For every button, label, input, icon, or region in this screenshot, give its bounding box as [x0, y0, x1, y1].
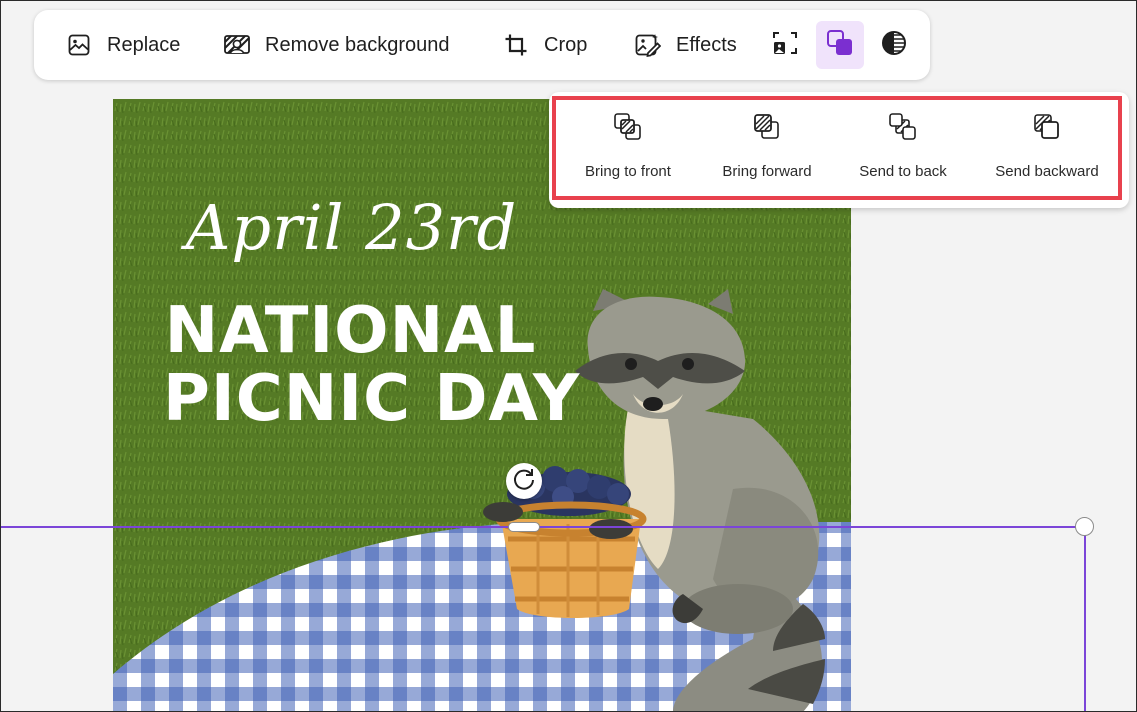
send-to-back-option[interactable]: Send to back: [855, 112, 951, 188]
event-title: NATIONAL PICNIC DAY: [163, 294, 581, 436]
image-toolbar: Replace Remove background Crop Effects: [34, 10, 930, 80]
bring-to-front-option[interactable]: Bring to front: [580, 112, 676, 188]
frame-button[interactable]: [761, 21, 809, 69]
selection-right-edge: [1084, 526, 1086, 712]
arrange-menu: Bring to front Bring forward Send to bac…: [549, 92, 1129, 208]
adjust-button[interactable]: [870, 21, 918, 69]
remove-background-label: Remove background: [265, 33, 450, 56]
selection-top-edge: [0, 526, 1085, 528]
crop-label: Crop: [544, 33, 588, 56]
replace-button[interactable]: Replace: [66, 22, 180, 68]
date-heading: April 23rd: [185, 191, 518, 264]
effects-icon: [635, 32, 661, 58]
rotate-handle[interactable]: [506, 463, 542, 499]
corner-resize-handle[interactable]: [1075, 517, 1094, 536]
title-line-1: NATIONAL: [164, 294, 537, 368]
bring-forward-label: Bring forward: [722, 163, 812, 180]
effects-label: Effects: [676, 33, 737, 56]
bring-to-front-label: Bring to front: [585, 163, 671, 180]
send-to-back-icon: [888, 112, 918, 142]
image-icon: [66, 32, 92, 58]
effects-button[interactable]: Effects: [635, 22, 737, 68]
bring-to-front-icon: [613, 112, 643, 142]
bring-forward-option[interactable]: Bring forward: [718, 112, 816, 188]
crop-button[interactable]: Crop: [503, 22, 587, 68]
rotate-icon: [511, 466, 537, 497]
send-to-back-label: Send to back: [859, 163, 947, 180]
arrange-icon: [826, 29, 854, 62]
arrange-button[interactable]: [816, 21, 864, 69]
send-backward-icon: [1032, 112, 1062, 142]
remove-background-button[interactable]: Remove background: [224, 22, 450, 68]
send-backward-option[interactable]: Send backward: [992, 112, 1102, 188]
remove-background-icon: [224, 32, 250, 58]
crop-icon: [503, 32, 529, 58]
send-backward-label: Send backward: [995, 163, 1099, 180]
title-line-2: PICNIC DAY: [163, 362, 581, 436]
adjust-icon: [881, 30, 907, 61]
frame-icon: [772, 30, 798, 61]
bring-forward-icon: [752, 112, 782, 142]
replace-label: Replace: [107, 33, 181, 56]
top-resize-handle[interactable]: [508, 522, 540, 532]
